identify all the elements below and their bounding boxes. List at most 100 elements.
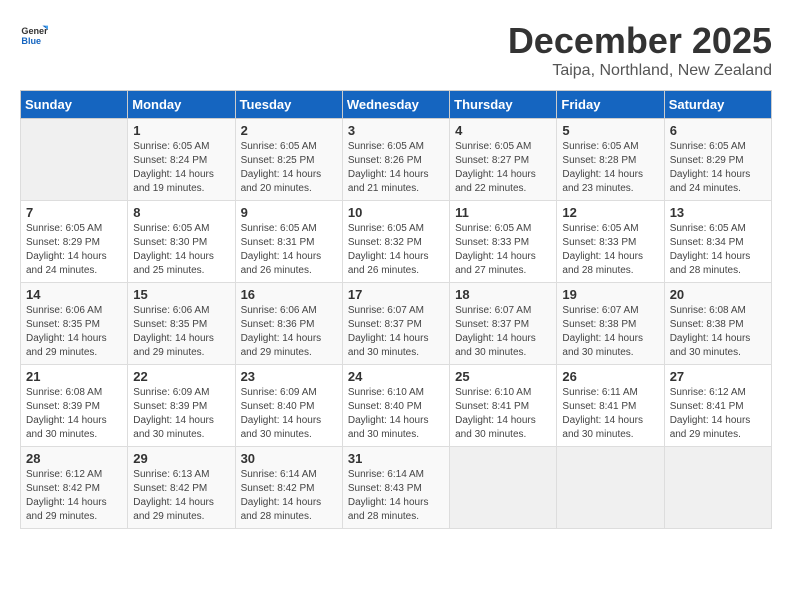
calendar-header-row: Sunday Monday Tuesday Wednesday Thursday… (21, 91, 772, 119)
day-info: Sunrise: 6:12 AM Sunset: 8:42 PM Dayligh… (26, 468, 122, 524)
day-info: Sunrise: 6:09 AM Sunset: 8:40 PM Dayligh… (241, 386, 337, 442)
day-number: 6 (670, 123, 766, 138)
table-row: 28 Sunrise: 6:12 AM Sunset: 8:42 PM Dayli… (21, 447, 128, 529)
table-row: 18 Sunrise: 6:07 AM Sunset: 8:37 PM Dayli… (450, 283, 557, 365)
table-row: 2Sunrise: 6:05 AM Sunset: 8:25 PM Daylig… (235, 119, 342, 201)
logo-icon: General Blue (20, 20, 48, 48)
day-info: Sunrise: 6:05 AM Sunset: 8:30 PM Dayligh… (133, 222, 229, 278)
day-info: Sunrise: 6:11 AM Sunset: 8:41 PM Dayligh… (562, 386, 658, 442)
day-info: Sunrise: 6:05 AM Sunset: 8:26 PM Dayligh… (348, 140, 444, 196)
table-row: 6 Sunrise: 6:05 AM Sunset: 8:29 PM Daylig… (664, 119, 771, 201)
calendar-week-row: 21Sunrise: 6:08 AM Sunset: 8:39 PM Dayli… (21, 365, 772, 447)
day-info: Sunrise: 6:05 AM Sunset: 8:28 PM Dayligh… (562, 140, 658, 196)
day-info: Sunrise: 6:10 AM Sunset: 8:41 PM Dayligh… (455, 386, 551, 442)
day-info: Sunrise: 6:05 AM Sunset: 8:24 PM Dayligh… (133, 140, 229, 196)
day-number: 9 (241, 205, 337, 220)
day-info: Sunrise: 6:05 AM Sunset: 8:27 PM Dayligh… (455, 140, 551, 196)
svg-text:General: General (21, 26, 48, 36)
day-info: Sunrise: 6:05 AM Sunset: 8:31 PM Dayligh… (241, 222, 337, 278)
day-info: Sunrise: 6:14 AM Sunset: 8:43 PM Dayligh… (348, 468, 444, 524)
day-info: Sunrise: 6:07 AM Sunset: 8:37 PM Dayligh… (455, 304, 551, 360)
table-row: 24 Sunrise: 6:10 AM Sunset: 8:40 PM Dayli… (342, 365, 449, 447)
table-row (557, 447, 664, 529)
day-number: 27 (670, 369, 766, 384)
day-info: Sunrise: 6:05 AM Sunset: 8:34 PM Dayligh… (670, 222, 766, 278)
table-row (21, 119, 128, 201)
day-info: Sunrise: 6:10 AM Sunset: 8:40 PM Dayligh… (348, 386, 444, 442)
table-row: 4 Sunrise: 6:05 AM Sunset: 8:27 PM Daylig… (450, 119, 557, 201)
day-number: 15 (133, 287, 229, 302)
day-number: 14 (26, 287, 122, 302)
table-row: 3 Sunrise: 6:05 AM Sunset: 8:26 PM Daylig… (342, 119, 449, 201)
day-number: 5 (562, 123, 658, 138)
location-subtitle: Taipa, Northland, New Zealand (508, 62, 772, 80)
table-row: 25 Sunrise: 6:10 AM Sunset: 8:41 PM Dayli… (450, 365, 557, 447)
header-saturday: Saturday (664, 91, 771, 119)
header-thursday: Thursday (450, 91, 557, 119)
calendar-table: Sunday Monday Tuesday Wednesday Thursday… (20, 90, 772, 529)
table-row: 21Sunrise: 6:08 AM Sunset: 8:39 PM Dayli… (21, 365, 128, 447)
table-row: 27 Sunrise: 6:12 AM Sunset: 8:41 PM Dayli… (664, 365, 771, 447)
header-tuesday: Tuesday (235, 91, 342, 119)
day-number: 29 (133, 451, 229, 466)
day-number: 8 (133, 205, 229, 220)
day-info: Sunrise: 6:12 AM Sunset: 8:41 PM Dayligh… (670, 386, 766, 442)
day-info: Sunrise: 6:06 AM Sunset: 8:36 PM Dayligh… (241, 304, 337, 360)
month-title: December 2025 (508, 20, 772, 62)
page-header: General Blue December 2025 Taipa, Northl… (20, 20, 772, 80)
table-row: 31 Sunrise: 6:14 AM Sunset: 8:43 PM Dayli… (342, 447, 449, 529)
header-sunday: Sunday (21, 91, 128, 119)
day-number: 30 (241, 451, 337, 466)
title-block: December 2025 Taipa, Northland, New Zeal… (508, 20, 772, 80)
table-row: 17 Sunrise: 6:07 AM Sunset: 8:37 PM Dayli… (342, 283, 449, 365)
day-number: 24 (348, 369, 444, 384)
header-friday: Friday (557, 91, 664, 119)
day-number: 26 (562, 369, 658, 384)
day-number: 4 (455, 123, 551, 138)
table-row: 16Sunrise: 6:06 AM Sunset: 8:36 PM Dayli… (235, 283, 342, 365)
day-info: Sunrise: 6:05 AM Sunset: 8:29 PM Dayligh… (26, 222, 122, 278)
day-info: Sunrise: 6:09 AM Sunset: 8:39 PM Dayligh… (133, 386, 229, 442)
calendar-week-row: 14 Sunrise: 6:06 AM Sunset: 8:35 PM Dayli… (21, 283, 772, 365)
day-number: 7 (26, 205, 122, 220)
table-row: 8 Sunrise: 6:05 AM Sunset: 8:30 PM Daylig… (128, 201, 235, 283)
header-monday: Monday (128, 91, 235, 119)
day-number: 18 (455, 287, 551, 302)
table-row: 29 Sunrise: 6:13 AM Sunset: 8:42 PM Dayli… (128, 447, 235, 529)
day-info: Sunrise: 6:05 AM Sunset: 8:33 PM Dayligh… (562, 222, 658, 278)
day-number: 17 (348, 287, 444, 302)
day-number: 10 (348, 205, 444, 220)
table-row: 14 Sunrise: 6:06 AM Sunset: 8:35 PM Dayli… (21, 283, 128, 365)
day-number: 1 (133, 123, 229, 138)
day-info: Sunrise: 6:08 AM Sunset: 8:38 PM Dayligh… (670, 304, 766, 360)
day-number: 31 (348, 451, 444, 466)
day-info: Sunrise: 6:07 AM Sunset: 8:37 PM Dayligh… (348, 304, 444, 360)
header-wednesday: Wednesday (342, 91, 449, 119)
table-row: 22Sunrise: 6:09 AM Sunset: 8:39 PM Dayli… (128, 365, 235, 447)
table-row (664, 447, 771, 529)
day-info: Sunrise: 6:05 AM Sunset: 8:29 PM Dayligh… (670, 140, 766, 196)
day-number: 28 (26, 451, 122, 466)
day-number: 25 (455, 369, 551, 384)
day-number: 20 (670, 287, 766, 302)
calendar-week-row: 1 Sunrise: 6:05 AM Sunset: 8:24 PM Daylig… (21, 119, 772, 201)
day-number: 13 (670, 205, 766, 220)
day-number: 12 (562, 205, 658, 220)
day-info: Sunrise: 6:05 AM Sunset: 8:25 PM Dayligh… (241, 140, 337, 196)
table-row: 13 Sunrise: 6:05 AM Sunset: 8:34 PM Dayli… (664, 201, 771, 283)
table-row: 12 Sunrise: 6:05 AM Sunset: 8:33 PM Dayli… (557, 201, 664, 283)
table-row: 1 Sunrise: 6:05 AM Sunset: 8:24 PM Daylig… (128, 119, 235, 201)
day-info: Sunrise: 6:05 AM Sunset: 8:33 PM Dayligh… (455, 222, 551, 278)
day-info: Sunrise: 6:06 AM Sunset: 8:35 PM Dayligh… (133, 304, 229, 360)
day-number: 21 (26, 369, 122, 384)
table-row: 5 Sunrise: 6:05 AM Sunset: 8:28 PM Daylig… (557, 119, 664, 201)
day-info: Sunrise: 6:06 AM Sunset: 8:35 PM Dayligh… (26, 304, 122, 360)
table-row: 26 Sunrise: 6:11 AM Sunset: 8:41 PM Dayli… (557, 365, 664, 447)
day-number: 3 (348, 123, 444, 138)
day-info: Sunrise: 6:13 AM Sunset: 8:42 PM Dayligh… (133, 468, 229, 524)
calendar-week-row: 7 Sunrise: 6:05 AM Sunset: 8:29 PM Daylig… (21, 201, 772, 283)
table-row: 11Sunrise: 6:05 AM Sunset: 8:33 PM Dayli… (450, 201, 557, 283)
day-info: Sunrise: 6:07 AM Sunset: 8:38 PM Dayligh… (562, 304, 658, 360)
table-row: 30Sunrise: 6:14 AM Sunset: 8:42 PM Dayli… (235, 447, 342, 529)
table-row: 10Sunrise: 6:05 AM Sunset: 8:32 PM Dayli… (342, 201, 449, 283)
